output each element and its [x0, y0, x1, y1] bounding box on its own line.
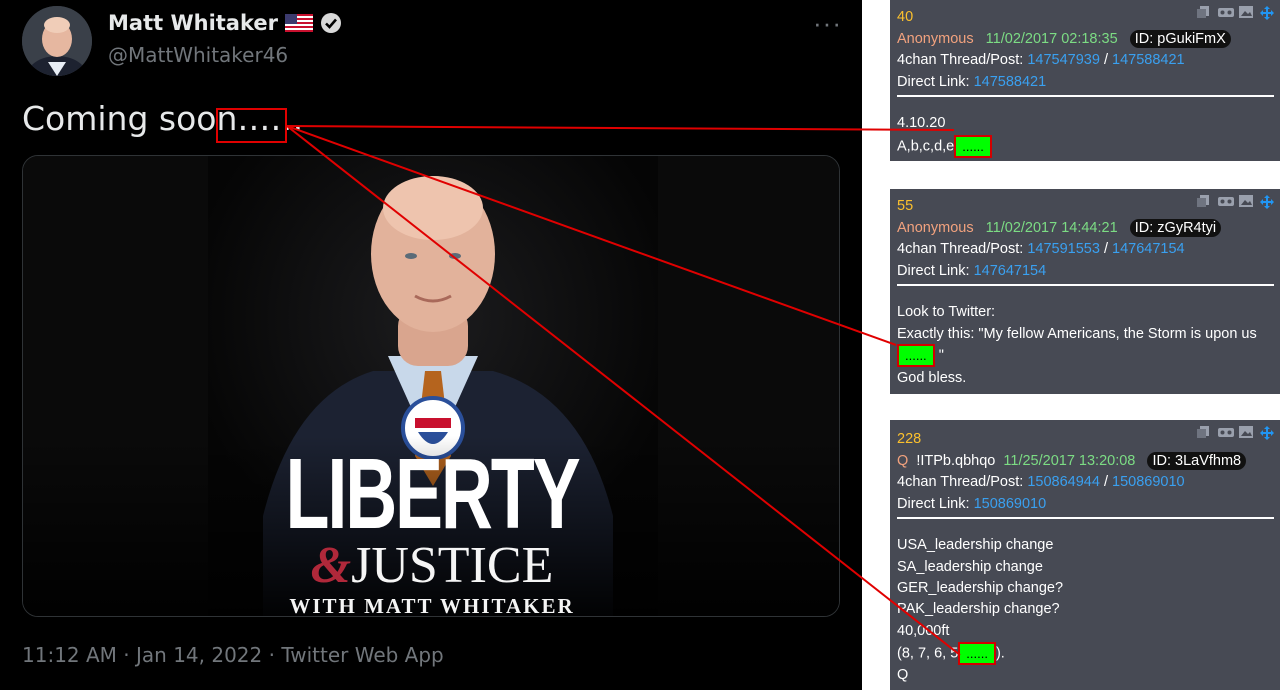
direct-link[interactable]: 147588421: [974, 74, 1047, 90]
tweet-panel: Matt Whitaker @MattWhitaker46 ··· Coming…: [0, 0, 862, 690]
post-body-line: Look to Twitter:: [897, 304, 996, 320]
brand-subtitle-justice: &JUSTICE: [23, 537, 839, 594]
vr-view-icon[interactable]: [1218, 195, 1234, 207]
separator: [897, 95, 1274, 97]
avatar-portrait: [22, 6, 92, 76]
q-post-card-40: 40 Anonymous 11/02/2017 02:18:35 ID: pGu…: [890, 0, 1280, 161]
thread-link[interactable]: 147547939: [1027, 52, 1100, 68]
move-icon[interactable]: [1260, 426, 1274, 440]
post-body-line: USA_leadership change: [897, 537, 1054, 553]
tweet-timestamp[interactable]: 11:12 AM · Jan 14, 2022 · Twitter Web Ap…: [22, 643, 444, 667]
post-author: Anonymous: [897, 220, 974, 236]
profile-avatar[interactable]: [22, 6, 92, 76]
annotation-box-tweet: [216, 108, 287, 143]
display-name[interactable]: Matt Whitaker: [108, 11, 278, 35]
post-body-line: A,b,c,d,e: [897, 138, 955, 155]
post-author: Anonymous: [897, 31, 974, 47]
justice-text: JUSTICE: [351, 537, 554, 594]
post-number: 40: [897, 9, 914, 25]
us-flag-icon: [284, 14, 313, 32]
thread-link[interactable]: 150864944: [1027, 474, 1100, 490]
post-toolbar: [1197, 426, 1274, 440]
copy-icon[interactable]: [1197, 6, 1211, 18]
vr-view-icon[interactable]: [1218, 6, 1234, 18]
user-handle[interactable]: @MattWhitaker46: [108, 43, 288, 67]
thread-label: 4chan Thread/Post:: [897, 474, 1024, 490]
direct-link-label: Direct Link:: [897, 496, 970, 512]
more-horizontal-icon[interactable]: ···: [813, 10, 842, 36]
post-body-line: Exactly this: "My fellow Americans, the …: [897, 326, 1257, 342]
brand-host-line: WITH MATT WHITAKER: [289, 594, 575, 617]
post-toolbar: [1197, 6, 1274, 20]
post-body-line: SA_leadership change: [897, 559, 1043, 575]
poster-id-badge: ID: pGukiFmX: [1129, 30, 1231, 48]
slash: /: [1103, 52, 1108, 68]
brand-title: LIBERTY: [285, 438, 581, 550]
image-icon[interactable]: [1239, 195, 1253, 207]
verified-badge-icon: [320, 13, 341, 33]
highlighted-dots: ......: [954, 135, 992, 158]
image-icon[interactable]: [1239, 426, 1253, 438]
vr-view-icon[interactable]: [1218, 426, 1234, 438]
move-icon[interactable]: [1260, 195, 1274, 209]
thread-label: 4chan Thread/Post:: [897, 52, 1024, 68]
post-body-line: 4.10.20: [897, 115, 946, 131]
poster-id-badge: ID: 3LaVfhm8: [1147, 452, 1247, 470]
post-body-line: Q: [897, 667, 909, 683]
author-name-row[interactable]: Matt Whitaker: [108, 11, 342, 35]
post-body-line: God bless.: [897, 370, 967, 386]
post-body-line: (8, 7, 6, 5: [897, 645, 959, 662]
post-body-line: ).: [995, 645, 1005, 662]
move-icon[interactable]: [1260, 6, 1274, 20]
post-body-line: 40,000ft: [897, 623, 950, 639]
post-body-line: PAK_leadership change?: [897, 601, 1060, 617]
post-number: 228: [897, 431, 922, 447]
post-date: 11/25/2017 13:20:08: [1003, 453, 1136, 469]
tweet-media-image[interactable]: LIBERTY &JUSTICE WITH MATT WHITAKER: [22, 155, 840, 617]
q-post-card-55: 55 Anonymous 11/02/2017 14:44:21 ID: zGy…: [890, 189, 1280, 394]
tripcode: !ITPb.qbhqo: [916, 453, 996, 469]
direct-link[interactable]: 147647154: [974, 263, 1047, 279]
separator: [897, 517, 1274, 519]
direct-link[interactable]: 150869010: [974, 496, 1047, 512]
highlighted-dots: ......: [897, 344, 935, 367]
post-link[interactable]: 150869010: [1112, 474, 1185, 490]
slash: /: [1103, 474, 1108, 490]
image-icon[interactable]: [1239, 6, 1253, 18]
poster-id-badge: ID: zGyR4tyi: [1129, 219, 1222, 237]
copy-icon[interactable]: [1197, 426, 1211, 438]
post-link[interactable]: 147588421: [1112, 52, 1185, 68]
slash: /: [1103, 241, 1108, 257]
post-link[interactable]: 147647154: [1112, 241, 1185, 257]
post-date: 11/02/2017 02:18:35: [985, 31, 1118, 47]
post-toolbar: [1197, 195, 1274, 209]
post-body-line: ": [938, 347, 944, 364]
post-date: 11/02/2017 14:44:21: [985, 220, 1118, 236]
direct-link-label: Direct Link:: [897, 74, 970, 90]
thread-link[interactable]: 147591553: [1027, 241, 1100, 257]
post-number: 55: [897, 198, 914, 214]
direct-link-label: Direct Link:: [897, 263, 970, 279]
copy-icon[interactable]: [1197, 195, 1211, 207]
post-author: Q: [897, 453, 909, 469]
ampersand: &: [310, 537, 352, 594]
q-post-card-228: 228 Q !ITPb.qbhqo 11/25/2017 13:20:08 ID…: [890, 420, 1280, 690]
separator: [897, 284, 1274, 286]
post-body-line: GER_leadership change?: [897, 580, 1064, 596]
highlighted-dots: ......: [958, 642, 996, 665]
thread-label: 4chan Thread/Post:: [897, 241, 1024, 257]
